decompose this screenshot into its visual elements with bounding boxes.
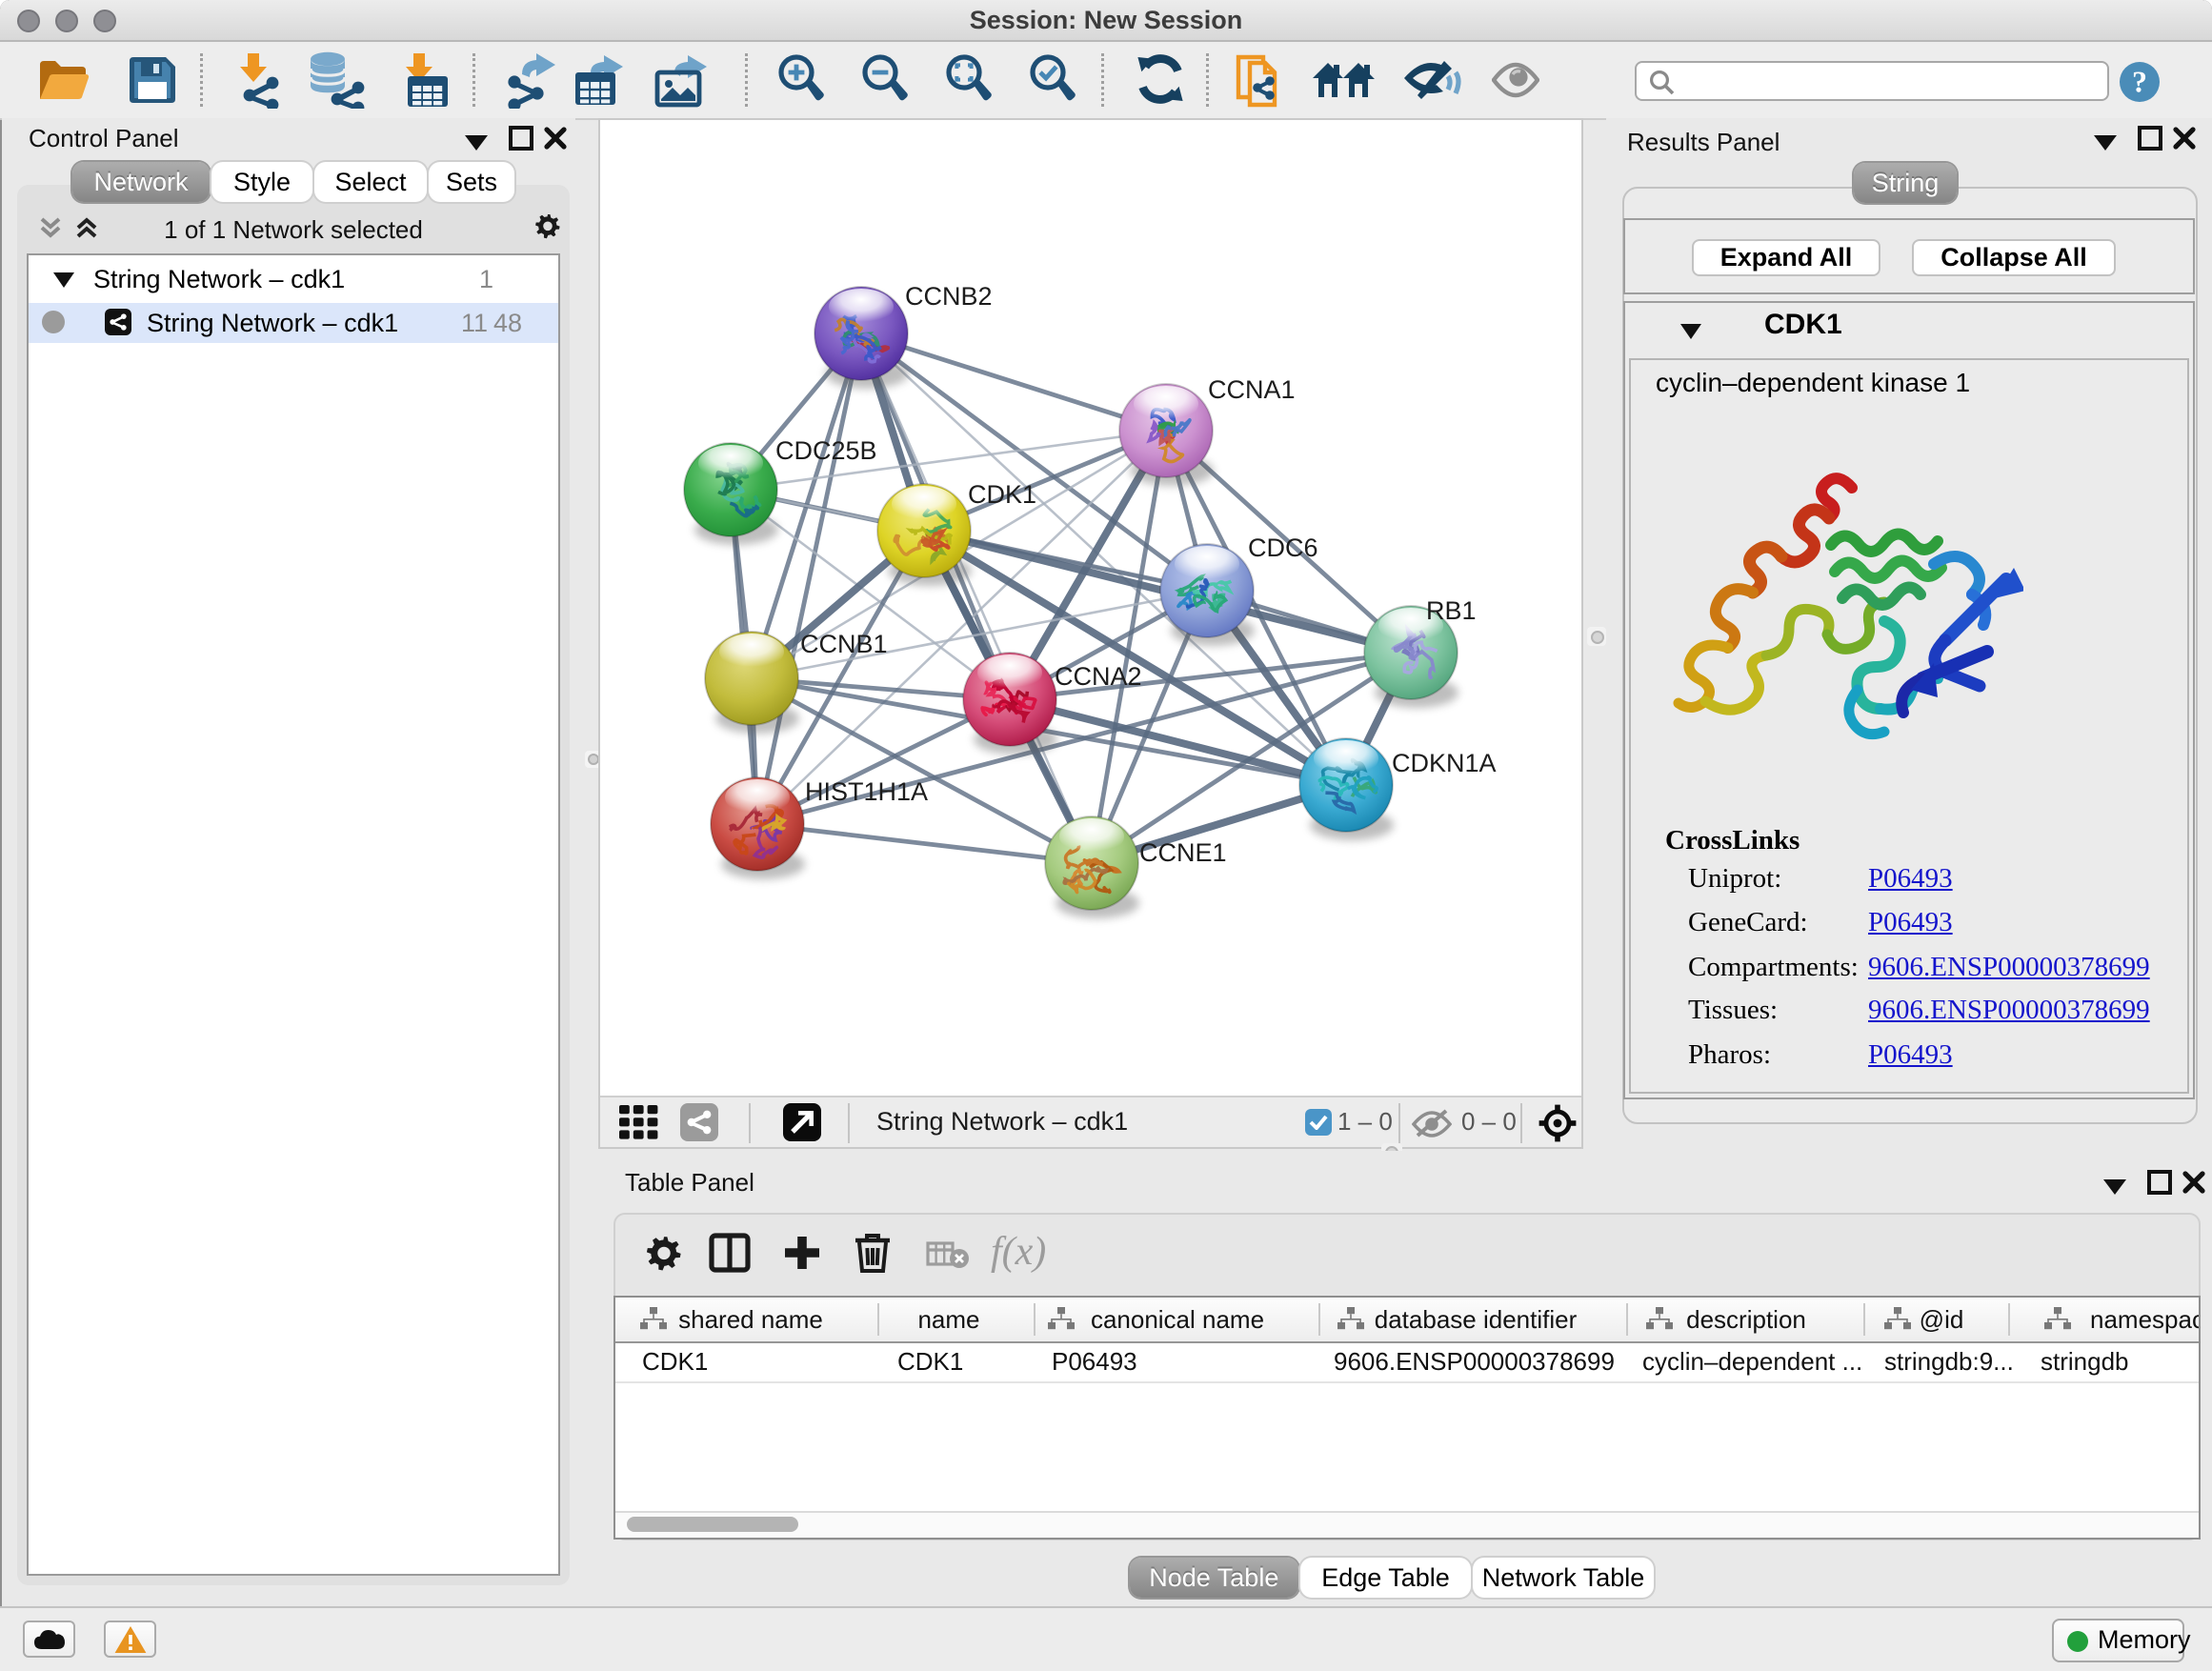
svg-text:HIST1H1A: HIST1H1A (805, 777, 928, 806)
svg-text:CDC25B: CDC25B (775, 436, 877, 465)
svg-text:?: ? (2132, 64, 2147, 98)
svg-text:CCNA1: CCNA1 (1208, 375, 1296, 404)
svg-text:CDKN1A: CDKN1A (1392, 749, 1497, 777)
svg-text:RB1: RB1 (1426, 596, 1477, 625)
svg-text:CCNE1: CCNE1 (1139, 838, 1227, 867)
svg-text:CCNA2: CCNA2 (1055, 662, 1142, 691)
svg-text:CDK1: CDK1 (968, 480, 1036, 509)
svg-text:CCNB2: CCNB2 (905, 282, 993, 311)
svg-text:CCNB1: CCNB1 (800, 630, 888, 658)
svg-text:CDC6: CDC6 (1248, 534, 1318, 562)
